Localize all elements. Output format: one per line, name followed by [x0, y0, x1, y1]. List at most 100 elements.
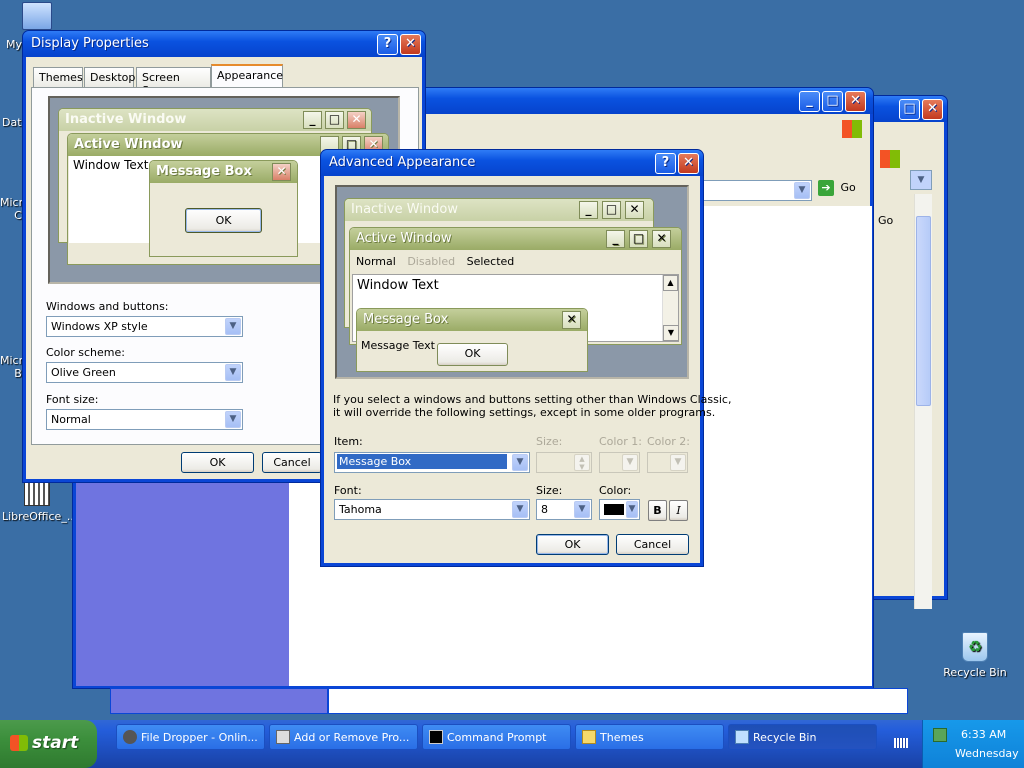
task-label: Command Prompt	[447, 731, 547, 744]
bold-button[interactable]: B	[648, 500, 667, 521]
dropdown-icon[interactable]: ▼	[910, 170, 932, 190]
installer-icon	[24, 480, 50, 506]
background-window-lower-strip-right	[328, 688, 908, 714]
tab-screen-saver[interactable]: Screen Saver	[136, 67, 211, 97]
close-button[interactable]: ✕	[845, 91, 866, 112]
help-button[interactable]: ?	[377, 34, 398, 55]
go-label[interactable]: Go	[878, 214, 893, 227]
adv-preview-message-box: Message Box ✕ Message Text OK	[356, 308, 588, 372]
task-file-dropper[interactable]: File Dropper - Onlin...	[116, 724, 265, 750]
color-scheme-label: Color scheme:	[46, 346, 125, 359]
adv-preview-message-box-title: Message Box	[363, 312, 449, 327]
preview-minimize-icon: _	[303, 111, 322, 129]
close-button[interactable]: ✕	[678, 153, 699, 174]
preview-menu-bar: Normal Disabled Selected	[350, 251, 681, 271]
font-color-picker[interactable]: ▼	[599, 499, 640, 520]
ok-button[interactable]: OK	[181, 452, 254, 473]
maximize-button[interactable]: □	[822, 91, 843, 112]
task-add-remove-programs[interactable]: Add or Remove Pro...	[269, 724, 418, 750]
info-line-2: it will override the following settings,…	[333, 406, 716, 419]
font-size-select[interactable]: Normal ▼	[46, 409, 243, 430]
preview-close-icon: ✕	[625, 201, 644, 219]
tab-themes[interactable]: Themes	[33, 67, 83, 87]
preview-title-bar: Message Box ✕	[150, 161, 297, 183]
clock-time[interactable]: 6:33 AM	[961, 728, 1006, 741]
preview-maximize-icon: □	[325, 111, 344, 129]
font-size-label: Font size:	[46, 393, 99, 406]
network-icon[interactable]	[933, 728, 947, 742]
preview-message-box: Message Box ✕ OK	[149, 160, 298, 257]
minimize-button[interactable]: _	[799, 91, 820, 112]
spinner-icon: ▲ ▼	[574, 454, 590, 471]
color1-label: Color 1:	[599, 435, 642, 448]
chevron-down-icon: ▼	[670, 454, 686, 471]
adv-cancel-button[interactable]: Cancel	[616, 534, 689, 555]
italic-button[interactable]: I	[669, 500, 688, 521]
windows-buttons-select[interactable]: Windows XP style ▼	[46, 316, 243, 337]
chevron-down-icon: ▼	[622, 454, 638, 471]
preview-close-icon: ✕	[272, 163, 291, 181]
scroll-down-icon: ▼	[663, 325, 679, 341]
keyboard-icon[interactable]	[894, 738, 908, 748]
adv-preview-message-text: Message Text	[361, 339, 435, 352]
color1-picker[interactable]: ▼	[599, 452, 640, 473]
chevron-down-icon: ▼	[225, 364, 241, 381]
system-tray: 6:33 AM Wednesday	[922, 720, 1024, 768]
address-dropdown[interactable]: ▼	[696, 180, 812, 201]
preview-title-bar: Inactive Window _ □ ✕	[59, 109, 371, 131]
close-button[interactable]: ✕	[400, 34, 421, 55]
desktop-icon-micro-1[interactable]: Micro C	[0, 196, 30, 222]
item-select[interactable]: Message Box ▼	[334, 452, 530, 473]
folder-icon	[582, 730, 596, 744]
close-button[interactable]: ✕	[922, 99, 943, 120]
chevron-down-icon: ▼	[574, 501, 590, 518]
task-recycle-bin[interactable]: Recycle Bin	[728, 724, 877, 750]
console-icon	[429, 730, 443, 744]
scroll-thumb[interactable]	[916, 216, 931, 406]
preview-title-bar: Message Box ✕	[357, 309, 587, 331]
item-size-spinner[interactable]: ▲ ▼	[536, 452, 592, 473]
desktop-icon-label: My	[6, 38, 23, 51]
color2-picker[interactable]: ▼	[647, 452, 688, 473]
go-button[interactable]: ➔ Go	[818, 180, 858, 200]
task-command-prompt[interactable]: Command Prompt	[422, 724, 571, 750]
preview-menu-disabled: Disabled	[407, 255, 456, 268]
desktop-icon-micro-2[interactable]: Micro B	[0, 354, 30, 380]
preview-window-text: Window Text	[73, 158, 149, 172]
font-size-value: Normal	[51, 413, 91, 426]
desktop-icon-libreoffice[interactable]: LibreOffice_...	[2, 480, 77, 523]
font-size-select[interactable]: 8 ▼	[536, 499, 592, 520]
task-label: Recycle Bin	[753, 731, 817, 744]
window-body: ▼ Go	[862, 122, 944, 609]
window-title: Advanced Appearance	[329, 155, 476, 170]
clock-day: Wednesday	[955, 747, 1019, 760]
start-button[interactable]: start	[0, 720, 97, 768]
font-select[interactable]: Tahoma ▼	[334, 499, 530, 520]
tab-desktop[interactable]: Desktop	[84, 67, 135, 87]
task-themes[interactable]: Themes	[575, 724, 724, 750]
chevron-down-icon: ▼	[512, 501, 528, 518]
title-bar: Display Properties ? ✕	[23, 31, 425, 57]
tab-appearance[interactable]: Appearance	[211, 64, 283, 88]
font-value: Tahoma	[339, 503, 382, 516]
maximize-button[interactable]: □	[899, 99, 920, 120]
preview-close-icon: ✕	[652, 230, 671, 248]
adv-ok-button[interactable]: OK	[536, 534, 609, 555]
color-scheme-select[interactable]: Olive Green ▼	[46, 362, 243, 383]
preview-active-title: Active Window	[74, 137, 183, 152]
cancel-button[interactable]: Cancel	[262, 452, 322, 473]
preview-maximize-icon: □	[602, 201, 621, 219]
item-size-label: Size:	[536, 435, 563, 448]
preview-close-icon: ✕	[347, 111, 366, 129]
preview-scrollbar: ▲ ▼	[662, 275, 679, 341]
desktop-icon-recycle-bin[interactable]: ♻ Recycle Bin	[940, 632, 1010, 679]
preview-inactive-title: Inactive Window	[65, 112, 187, 127]
task-label: Add or Remove Pro...	[294, 731, 410, 744]
desktop-icon-label: Recycle Bin	[943, 666, 1007, 679]
preview-minimize-icon: _	[606, 230, 625, 248]
scrollbar[interactable]	[914, 194, 932, 609]
color-swatch	[604, 504, 624, 515]
help-button[interactable]: ?	[655, 153, 676, 174]
add-remove-icon	[276, 730, 290, 744]
desktop-icon-data[interactable]: Data	[2, 116, 28, 129]
